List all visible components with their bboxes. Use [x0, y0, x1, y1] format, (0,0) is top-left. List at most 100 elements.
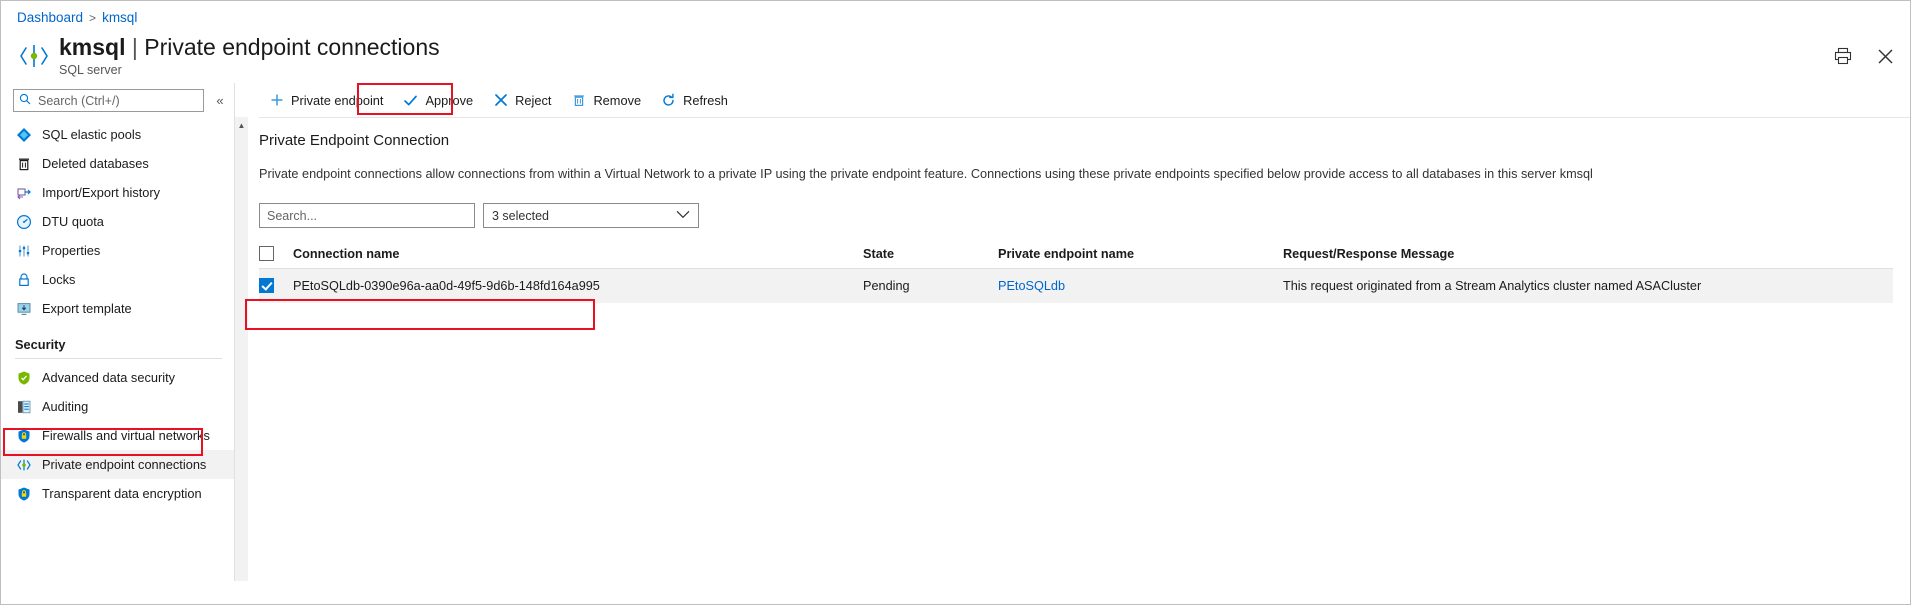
x-icon — [493, 93, 508, 108]
sql-elastic-pools-icon — [15, 126, 32, 143]
command-toolbar: Private endpoint Approve — [235, 83, 1910, 117]
sidebar-item-advanced-data-security[interactable]: Advanced data security — [1, 363, 234, 392]
private-endpoint-icon — [17, 39, 51, 73]
column-header-message: Request/Response Message — [1283, 240, 1893, 269]
breadcrumb-item-dashboard[interactable]: Dashboard — [17, 10, 83, 25]
search-input[interactable] — [36, 93, 198, 109]
cell-connection-name: PEtoSQLdb-0390e96a-aa0d-49f5-9d6b-148fd1… — [293, 269, 863, 304]
trash-icon — [571, 93, 586, 108]
connections-table: Connection name State Private endpoint n… — [259, 240, 1893, 303]
search-box[interactable] — [13, 89, 204, 112]
sidebar-item-label: Properties — [42, 243, 100, 258]
blade-header: kmsql | Private endpoint connections SQL… — [1, 27, 1910, 83]
table-filters: 3 selected — [259, 203, 1910, 228]
refresh-button[interactable]: Refresh — [651, 89, 738, 112]
column-header-connection-name: Connection name — [293, 240, 863, 269]
sidebar-item-label: Auditing — [42, 399, 88, 414]
sidebar-item-label: DTU quota — [42, 214, 104, 229]
lock-icon — [15, 271, 32, 288]
select-all-checkbox[interactable] — [259, 246, 274, 261]
sidebar-item-label: SQL elastic pools — [42, 127, 141, 142]
remove-button[interactable]: Remove — [561, 89, 651, 112]
row-checkbox[interactable] — [259, 278, 274, 293]
pane-title: Private Endpoint Connection — [259, 132, 1910, 149]
toolbar-button-label: Remove — [593, 93, 641, 108]
sidebar-item-label: Private endpoint connections — [42, 457, 206, 472]
select-all-header — [259, 240, 293, 269]
properties-icon — [15, 242, 32, 259]
content-area: Private endpoint Approve — [235, 83, 1910, 581]
refresh-icon — [661, 93, 676, 108]
page-title-blade: Private endpoint connections — [144, 34, 439, 60]
sidebar-item-auditing[interactable]: Auditing — [1, 392, 234, 421]
shield-lock-icon — [15, 485, 32, 502]
sidebar-nav-list: SQL elastic pools Deleted databases — [1, 118, 234, 508]
scroll-up-icon[interactable]: ▲ — [238, 121, 246, 581]
table-row[interactable]: PEtoSQLdb-0390e96a-aa0d-49f5-9d6b-148fd1… — [259, 269, 1893, 304]
sidebar-item-label: Export template — [42, 301, 132, 316]
sidebar-item-locks[interactable]: Locks — [1, 265, 234, 294]
print-icon[interactable] — [1832, 45, 1854, 67]
breadcrumb: Dashboard > kmsql — [1, 1, 1910, 27]
sidebar-item-private-endpoint-connections[interactable]: Private endpoint connections — [1, 450, 234, 479]
sidebar-item-properties[interactable]: Properties — [1, 236, 234, 265]
private-endpoint-icon — [15, 456, 32, 473]
toolbar-button-label: Private endpoint — [291, 93, 383, 108]
sidebar-item-label: Import/Export history — [42, 185, 160, 200]
table-header-row: Connection name State Private endpoint n… — [259, 240, 1893, 269]
sidebar: « SQL elastic pools — [1, 83, 235, 581]
sidebar-item-dtu-quota[interactable]: DTU quota — [1, 207, 234, 236]
private-endpoint-connection-pane: Private Endpoint Connection Private endp… — [235, 118, 1910, 581]
shield-green-icon — [15, 369, 32, 386]
sidebar-item-label: Transparent data encryption — [42, 486, 202, 501]
blade-header-actions — [1832, 45, 1896, 67]
import-export-icon — [15, 184, 32, 201]
breadcrumb-item-kmsql[interactable]: kmsql — [102, 10, 137, 25]
sidebar-item-transparent-data-encryption[interactable]: Transparent data encryption — [1, 479, 234, 508]
content-scrollbar[interactable]: ▲ — [235, 117, 248, 581]
toolbar-button-label: Reject — [515, 93, 551, 108]
page-title: kmsql | Private endpoint connections — [59, 33, 440, 62]
approve-button[interactable]: Approve — [393, 89, 483, 112]
sidebar-section-security: Security — [1, 323, 234, 356]
auditing-icon — [15, 398, 32, 415]
toolbar-button-label: Refresh — [683, 93, 728, 108]
state-filter-value: 3 selected — [492, 209, 549, 223]
cell-private-endpoint-link[interactable]: PEtoSQLdb — [998, 279, 1065, 293]
collapse-sidebar-button[interactable]: « — [210, 91, 230, 111]
pane-description: Private endpoint connections allow conne… — [259, 167, 1910, 181]
export-template-icon — [15, 300, 32, 317]
sidebar-item-label: Firewalls and virtual networks — [42, 428, 210, 443]
sidebar-item-sql-elastic-pools[interactable]: SQL elastic pools — [1, 120, 234, 149]
dtu-quota-icon — [15, 213, 32, 230]
page-subtitle: SQL server — [59, 63, 440, 77]
sidebar-divider — [15, 358, 222, 359]
state-filter-dropdown[interactable]: 3 selected — [483, 203, 699, 228]
sidebar-item-label: Advanced data security — [42, 370, 175, 385]
close-icon[interactable] — [1874, 45, 1896, 67]
sidebar-item-label: Deleted databases — [42, 156, 149, 171]
plus-icon — [269, 93, 284, 108]
cell-message: This request originated from a Stream An… — [1283, 269, 1893, 304]
sidebar-item-firewalls-and-virtual-networks[interactable]: Firewalls and virtual networks — [1, 421, 234, 450]
sidebar-item-import-export-history[interactable]: Import/Export history — [1, 178, 234, 207]
sidebar-item-export-template[interactable]: Export template — [1, 294, 234, 323]
chevron-down-icon — [676, 210, 690, 222]
add-private-endpoint-button[interactable]: Private endpoint — [259, 89, 393, 112]
row-select-cell — [259, 269, 293, 304]
toolbar-button-label: Approve — [425, 93, 473, 108]
reject-button[interactable]: Reject — [483, 89, 561, 112]
column-header-private-endpoint: Private endpoint name — [998, 240, 1283, 269]
shield-lock-icon — [15, 427, 32, 444]
sidebar-item-deleted-databases[interactable]: Deleted databases — [1, 149, 234, 178]
check-icon — [403, 93, 418, 108]
page-title-resource: kmsql — [59, 34, 125, 60]
azure-portal-blade: Dashboard > kmsql kmsql | Private endpoi… — [0, 0, 1911, 605]
trash-icon — [15, 155, 32, 172]
breadcrumb-separator-icon: > — [89, 11, 96, 25]
search-icon — [19, 92, 31, 110]
page-title-separator: | — [132, 34, 138, 60]
table-search-input[interactable] — [259, 203, 475, 228]
sidebar-search-row: « — [1, 87, 234, 118]
cell-state: Pending — [863, 269, 998, 304]
